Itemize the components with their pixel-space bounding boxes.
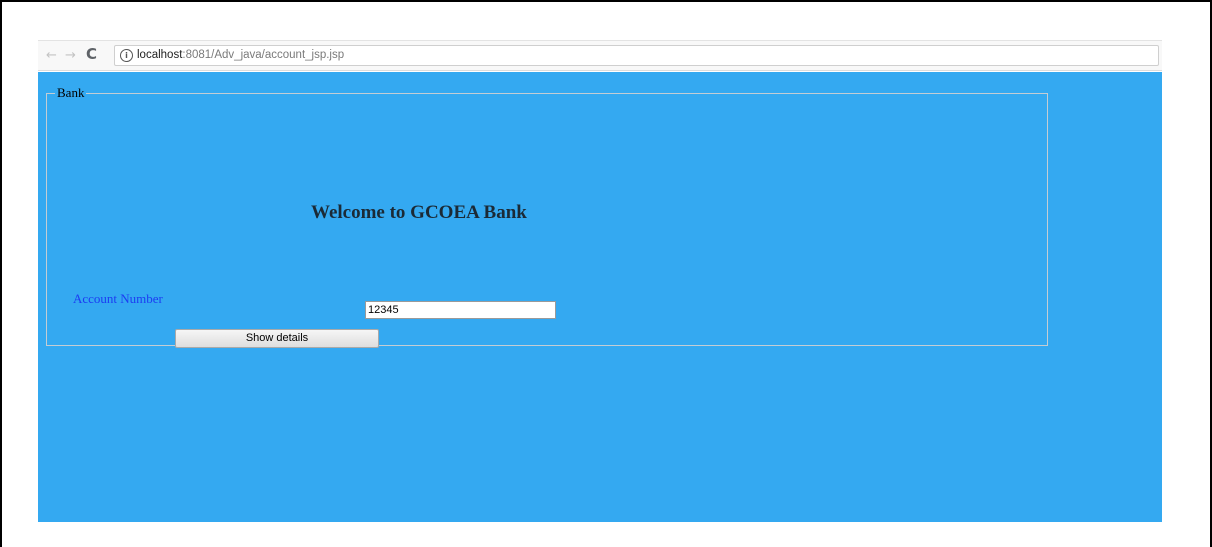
page-title: Welcome to GCOEA Bank	[311, 202, 527, 223]
url-host: localhost	[137, 49, 183, 61]
bank-fieldset: Bank Welcome to GCOEA Bank Account Numbe…	[46, 85, 1048, 348]
browser-toolbar: ← → C i localhost:8081/Adv_java/account_…	[38, 40, 1162, 71]
address-bar[interactable]: i localhost:8081/Adv_java/account_jsp.js…	[114, 45, 1159, 66]
account-number-input[interactable]	[365, 301, 556, 319]
fieldset-legend: Bank	[57, 85, 85, 100]
url-path: :8081/Adv_java/account_jsp.jsp	[182, 49, 345, 61]
back-arrow-icon[interactable]: ←	[46, 48, 57, 64]
site-info-icon[interactable]: i	[120, 49, 133, 62]
page-viewport: Bank Welcome to GCOEA Bank Account Numbe…	[38, 72, 1162, 522]
reload-icon[interactable]: C	[86, 46, 97, 62]
browser-window: ← → C i localhost:8081/Adv_java/account_…	[38, 40, 1162, 522]
show-details-button[interactable]: Show details	[175, 329, 379, 348]
url-text[interactable]: localhost:8081/Adv_java/account_jsp.jsp	[137, 48, 344, 63]
forward-arrow-icon[interactable]: →	[65, 48, 76, 64]
account-number-label: Account Number	[73, 291, 163, 306]
